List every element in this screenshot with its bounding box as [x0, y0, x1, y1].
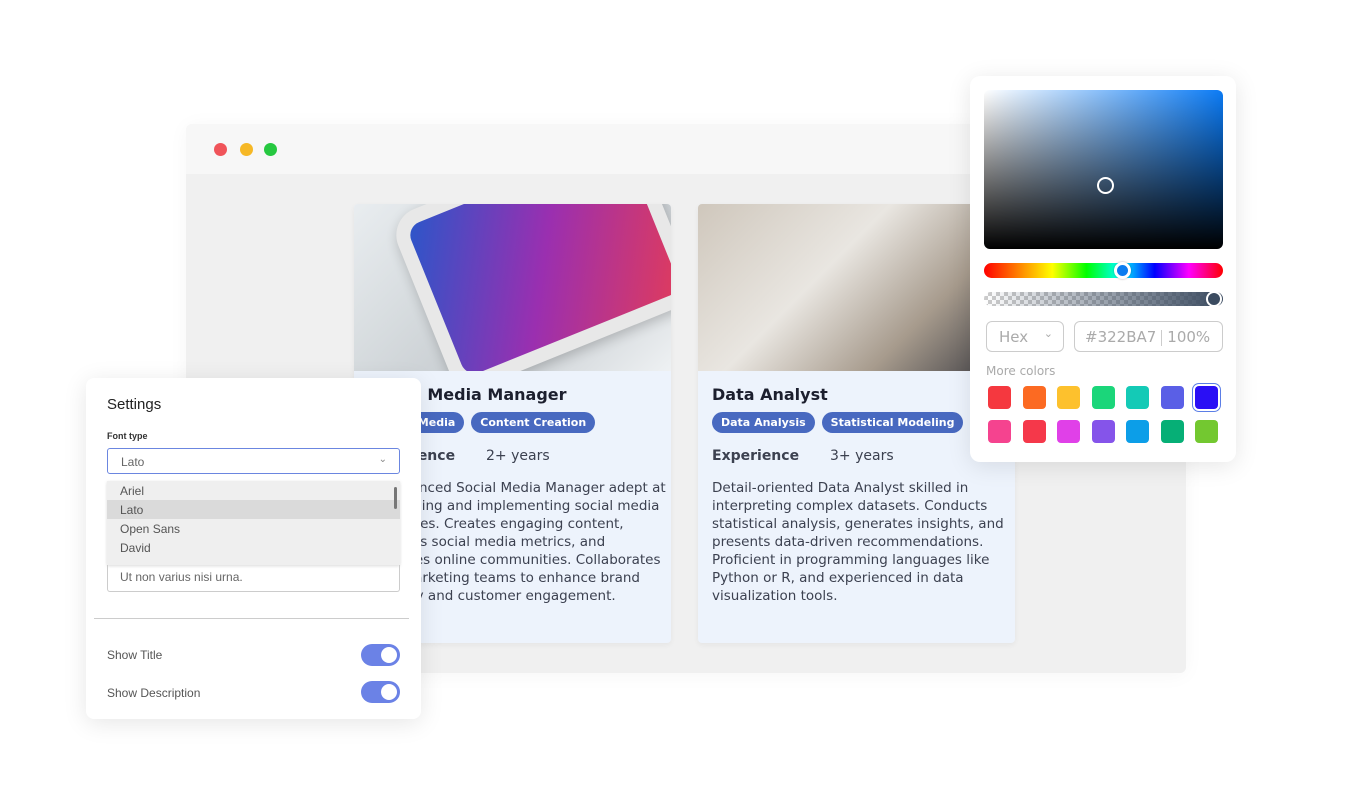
- experience-label: Experience: [712, 448, 800, 464]
- skill-tag: Data Analysis: [712, 412, 815, 433]
- profile-card[interactable]: Data Analyst Data Analysis Statistical Mo…: [698, 204, 1015, 643]
- show-title-label: Show Title: [107, 648, 163, 662]
- more-colors-label: More colors: [986, 364, 1056, 378]
- font-option[interactable]: Lato: [107, 500, 400, 519]
- experience-value: 2+ years: [486, 448, 550, 464]
- card-description: Detail-oriented Data Analyst skilled in …: [712, 480, 1004, 604]
- color-swatch[interactable]: [1022, 386, 1046, 409]
- description-textarea[interactable]: Ut non varius nisi urna.: [107, 565, 400, 592]
- font-type-select[interactable]: Lato ⌄: [107, 448, 400, 474]
- font-dropdown-list: Ariel Lato Open Sans David: [107, 481, 400, 565]
- card-title: Data Analyst: [712, 385, 828, 404]
- hex-value: #322BA7: [1085, 328, 1157, 346]
- show-title-toggle[interactable]: [361, 644, 400, 666]
- color-swatch[interactable]: [1091, 386, 1115, 409]
- font-option[interactable]: Ariel: [107, 481, 400, 500]
- color-swatch[interactable]: [1022, 420, 1046, 443]
- color-swatch[interactable]: [1126, 386, 1149, 409]
- divider: [94, 618, 409, 619]
- font-type-label: Font type: [107, 431, 148, 441]
- opacity-value: 100%: [1167, 328, 1211, 346]
- font-option[interactable]: David: [107, 538, 400, 557]
- hex-input[interactable]: #322BA7 100%: [1074, 321, 1223, 352]
- scrollbar[interactable]: [394, 487, 397, 509]
- show-description-toggle[interactable]: [361, 681, 400, 703]
- settings-title: Settings: [107, 396, 162, 413]
- maximize-button[interactable]: [264, 143, 277, 156]
- hue-slider[interactable]: [984, 263, 1223, 278]
- settings-panel: Settings Font type Lato ⌄ Ariel Lato Open…: [86, 378, 421, 719]
- business-charts-photo: [698, 204, 1015, 371]
- color-swatch[interactable]: [1091, 420, 1115, 443]
- hue-handle[interactable]: [1114, 262, 1131, 279]
- format-value: Hex: [999, 328, 1029, 346]
- color-swatch[interactable]: [1195, 386, 1218, 409]
- color-swatch[interactable]: [988, 386, 1011, 409]
- saturation-value-area[interactable]: [984, 90, 1223, 249]
- smartphone-apps-photo: [354, 204, 671, 371]
- chevron-down-icon: ⌄: [378, 454, 387, 465]
- color-swatch[interactable]: [1160, 386, 1184, 409]
- close-button[interactable]: [214, 143, 227, 156]
- show-description-label: Show Description: [107, 686, 201, 700]
- skill-tag: Content Creation: [471, 412, 596, 433]
- opacity-handle[interactable]: [1206, 291, 1222, 307]
- color-handle[interactable]: [1097, 177, 1114, 194]
- color-swatch[interactable]: [1195, 420, 1218, 443]
- chevron-down-icon: ⌄: [1043, 327, 1053, 340]
- color-swatch[interactable]: [1057, 420, 1080, 443]
- minimize-button[interactable]: [240, 143, 253, 156]
- color-swatch[interactable]: [1126, 420, 1149, 443]
- format-select[interactable]: Hex ⌄: [986, 321, 1064, 352]
- selected-font: Lato: [121, 455, 145, 469]
- color-swatch[interactable]: [1057, 386, 1080, 409]
- color-picker: Hex ⌄ #322BA7 100% More colors: [970, 76, 1236, 462]
- opacity-slider[interactable]: [984, 292, 1223, 306]
- color-swatch[interactable]: [988, 420, 1011, 443]
- experience-value: 3+ years: [830, 448, 894, 464]
- skill-tag: Statistical Modeling: [821, 412, 964, 433]
- color-swatch[interactable]: [1160, 420, 1184, 443]
- font-option[interactable]: Open Sans: [107, 519, 400, 538]
